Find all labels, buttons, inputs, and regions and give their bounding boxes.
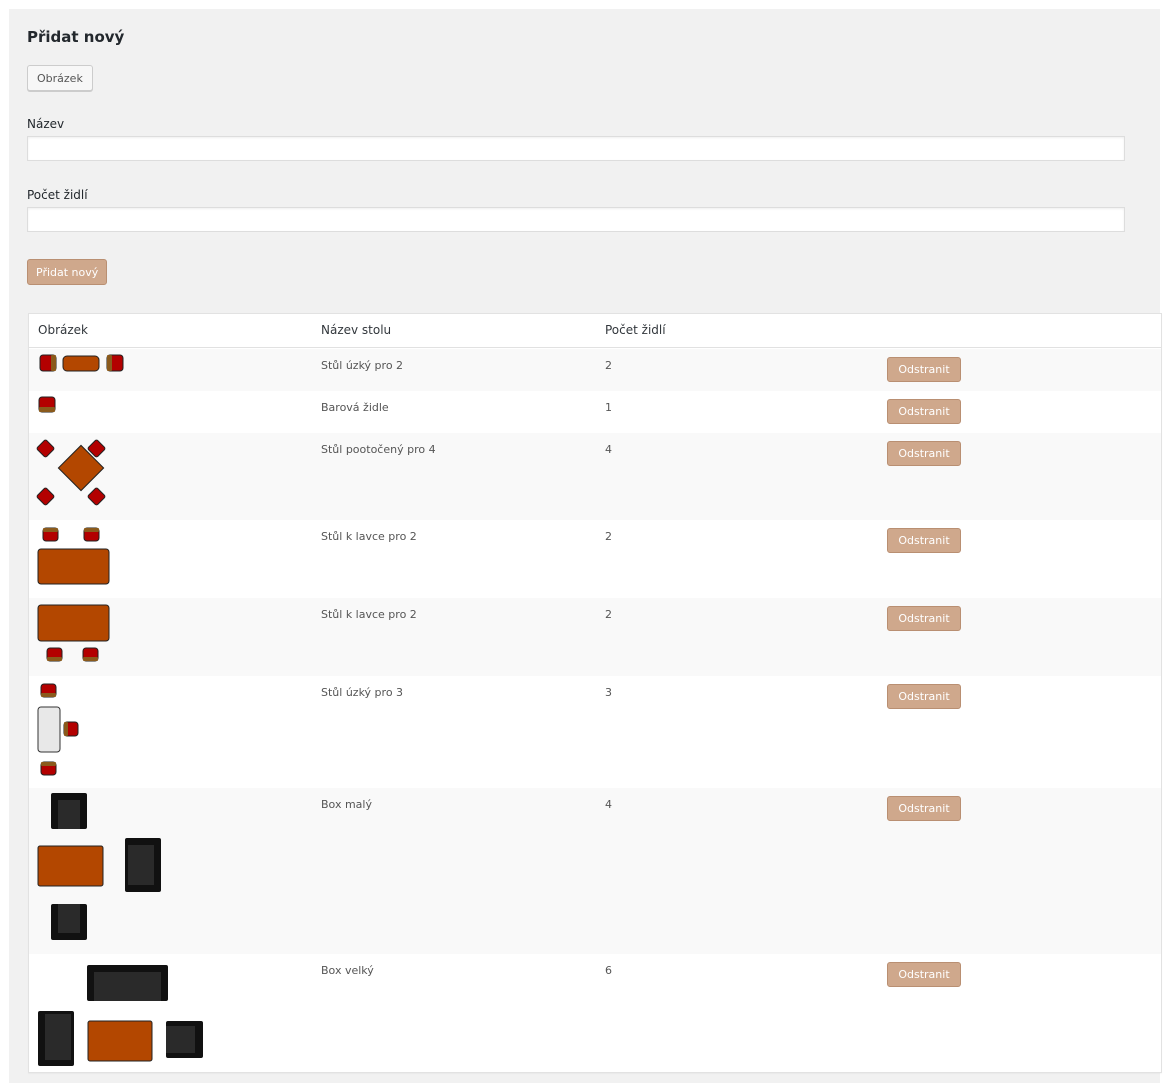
- delete-button[interactable]: Odstranit: [887, 962, 961, 987]
- add-table-panel: Přidat nový Obrázek Název Počet židlí Př…: [9, 9, 1162, 1083]
- delete-button[interactable]: Odstranit: [887, 606, 961, 631]
- name-input[interactable]: [27, 136, 1125, 161]
- header-chairs-count: Počet židlí: [605, 323, 666, 337]
- table-row: Stůl úzký pro 3 3 Odstranit: [29, 676, 1161, 788]
- bench-table-chairs-top-icon: [37, 527, 110, 585]
- table-name: Box malý: [321, 798, 372, 811]
- chairs-count: 4: [605, 443, 612, 456]
- table-header: Obrázek Název stolu Počet židlí: [29, 314, 1161, 348]
- small-booth-icon: [37, 793, 161, 940]
- delete-button[interactable]: Odstranit: [887, 441, 961, 466]
- narrow-table-2-chairs-icon: [39, 354, 124, 372]
- table-name: Stůl pootočený pro 4: [321, 443, 436, 456]
- table-name: Stůl k lavce pro 2: [321, 530, 417, 543]
- chairs-count: 2: [605, 608, 612, 621]
- table-row: Barová židle 1 Odstranit: [29, 391, 1161, 433]
- chairs-count: 1: [605, 401, 612, 414]
- table-row: Box velký 6 Odstranit: [29, 954, 1161, 1072]
- table-row: Stůl úzký pro 2 2 Odstranit: [29, 349, 1161, 391]
- chairs-count-label: Počet židlí: [27, 188, 88, 202]
- add-new-button[interactable]: Přidat nový: [27, 259, 108, 285]
- table-row: Stůl k lavce pro 2 2 Odstranit: [29, 598, 1161, 676]
- delete-button[interactable]: Odstranit: [887, 357, 961, 382]
- table-row: Stůl k lavce pro 2 2 Odstranit: [29, 520, 1161, 598]
- delete-button[interactable]: Odstranit: [887, 796, 961, 821]
- chairs-count: 4: [605, 798, 612, 811]
- delete-button[interactable]: Odstranit: [887, 528, 961, 553]
- header-table-name: Název stolu: [321, 323, 392, 337]
- narrow-table-3-chairs-icon: [37, 683, 79, 776]
- bench-table-chairs-bottom-icon: [37, 604, 110, 662]
- table-name: Barová židle: [321, 401, 389, 414]
- chairs-count: 6: [605, 964, 612, 977]
- chairs-count-input[interactable]: [27, 207, 1125, 232]
- header-image: Obrázek: [38, 323, 88, 337]
- tables-list: Obrázek Název stolu Počet židlí Stůl úzk…: [28, 313, 1162, 1073]
- chairs-count: 3: [605, 686, 612, 699]
- table-name: Stůl k lavce pro 2: [321, 608, 417, 621]
- delete-button[interactable]: Odstranit: [887, 399, 961, 424]
- name-label: Název: [27, 117, 65, 131]
- delete-button[interactable]: Odstranit: [887, 684, 961, 709]
- table-name: Stůl úzký pro 3: [321, 686, 404, 699]
- chairs-count: 2: [605, 530, 612, 543]
- large-booth-icon: [38, 965, 203, 1066]
- select-image-button[interactable]: Obrázek: [27, 65, 93, 91]
- chairs-count: 2: [605, 359, 612, 372]
- table-row: Box malý 4 Odstranit: [29, 788, 1161, 954]
- form-title: Přidat nový: [27, 28, 125, 46]
- table-name: Box velký: [321, 964, 374, 977]
- rotated-table-4-chairs-icon: [36, 439, 106, 506]
- table-row: Stůl pootočený pro 4 4 Odstranit: [29, 433, 1161, 520]
- bar-stool-icon: [38, 396, 56, 413]
- table-name: Stůl úzký pro 2: [321, 359, 404, 372]
